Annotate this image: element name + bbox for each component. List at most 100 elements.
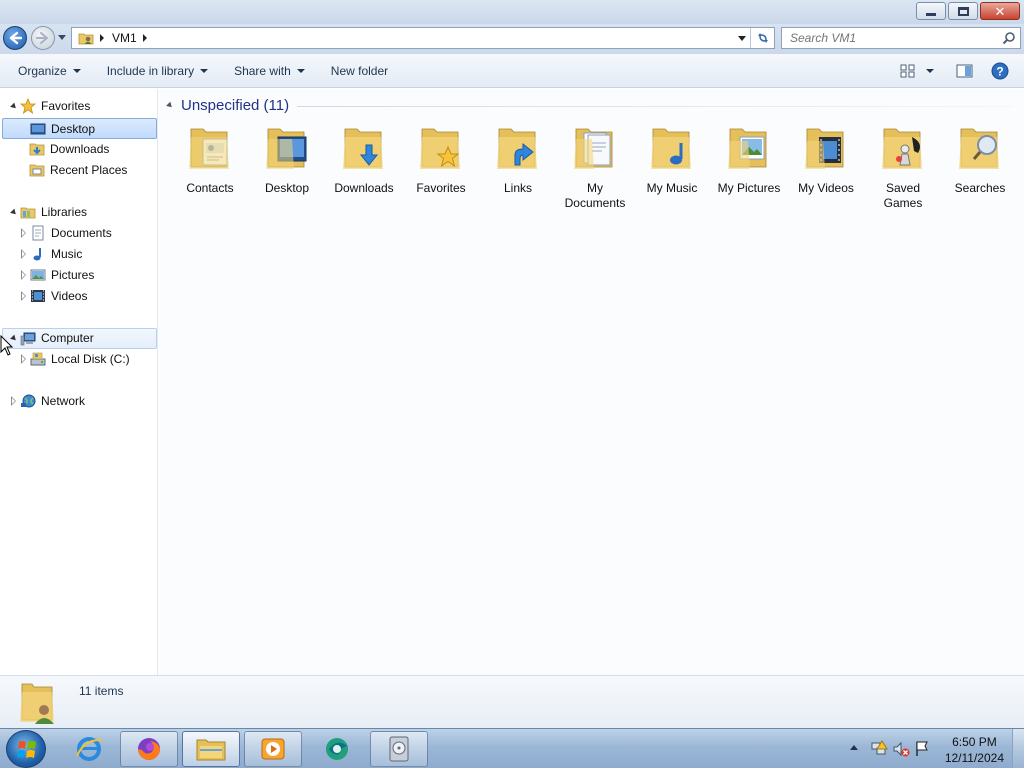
collapsed-arrow-icon[interactable]: [11, 396, 16, 406]
navigation-pane[interactable]: Favorites Desktop Downloads Recent Place…: [0, 89, 158, 675]
restore-button[interactable]: [948, 2, 978, 20]
firefox-icon: [138, 738, 160, 760]
nav-favorites[interactable]: Favorites: [2, 96, 156, 117]
folder-tile[interactable]: My Documents: [558, 123, 632, 211]
folder-tile[interactable]: Favorites: [404, 123, 478, 196]
nav-libraries[interactable]: Libraries: [2, 202, 156, 223]
folder-tile[interactable]: Downloads: [327, 123, 401, 196]
search-box[interactable]: [781, 27, 1021, 49]
disk-drive-icon: [30, 352, 46, 366]
nav-music[interactable]: Music: [2, 244, 156, 265]
collapsed-arrow-icon[interactable]: [21, 249, 26, 259]
nav-pictures[interactable]: Pictures: [2, 265, 156, 286]
folder-tile[interactable]: Contacts: [173, 123, 247, 196]
folder-tile[interactable]: Searches: [943, 123, 1017, 196]
forward-arrow-icon: [36, 32, 48, 44]
folder-tile[interactable]: My Music: [635, 123, 709, 196]
view-icon: [900, 64, 915, 78]
recent-pages-dropdown[interactable]: [58, 35, 66, 40]
collapsed-arrow-icon[interactable]: [21, 354, 26, 364]
nav-videos-label: Videos: [51, 289, 88, 303]
nav-downloads[interactable]: Downloads: [2, 139, 156, 160]
forward-button[interactable]: [31, 26, 55, 50]
taskbar-media-player[interactable]: [244, 731, 302, 767]
share-with-label: Share with: [234, 63, 291, 78]
links-folder-icon: [497, 128, 537, 169]
folder-tile[interactable]: Saved Games: [866, 123, 940, 211]
taskbar: 6:50 PM 12/11/2024: [0, 728, 1024, 768]
folder-label: Saved Games: [883, 181, 923, 210]
help-button[interactable]: ?: [991, 58, 1009, 84]
breadcrumb-separator-icon[interactable]: [100, 34, 104, 42]
clock[interactable]: 6:50 PM 12/11/2024: [945, 734, 1004, 766]
view-options-dropdown[interactable]: [926, 58, 934, 84]
taskbar-firefox[interactable]: [120, 731, 178, 767]
breadcrumb-separator-icon[interactable]: [142, 34, 147, 42]
address-history-dropdown[interactable]: [738, 36, 746, 41]
start-button[interactable]: [6, 730, 46, 768]
folder-tile[interactable]: My Pictures: [712, 123, 786, 196]
folder-label: Links: [503, 181, 532, 195]
nav-network[interactable]: Network: [2, 391, 156, 412]
folder-label: My Videos: [798, 181, 854, 195]
show-desktop-button[interactable]: [1012, 729, 1024, 768]
network-icon: [21, 394, 36, 408]
music-folder-icon: [651, 128, 691, 169]
organize-button[interactable]: Organize: [10, 58, 89, 84]
show-hidden-icons-button[interactable]: [850, 745, 858, 750]
collapsed-arrow-icon[interactable]: [21, 270, 26, 280]
nav-documents[interactable]: Documents: [2, 223, 156, 244]
back-button[interactable]: [3, 26, 27, 50]
desktop-folder-icon: [266, 128, 307, 169]
desktop-icon: [30, 123, 46, 135]
file-list[interactable]: Unspecified (11) Contacts Desktop Downlo…: [159, 89, 1024, 675]
downloads-icon: [29, 143, 45, 156]
search-input[interactable]: [790, 31, 990, 45]
address-bar[interactable]: VM1: [71, 27, 775, 49]
action-center-flag-icon[interactable]: [914, 740, 930, 758]
search-icon[interactable]: [1002, 31, 1016, 45]
include-in-library-label: Include in library: [106, 63, 195, 78]
chevron-down-icon: [200, 68, 209, 73]
chevron-down-icon: [926, 69, 934, 73]
close-button[interactable]: ✕: [980, 2, 1020, 20]
folder-tile[interactable]: Links: [481, 123, 555, 196]
nav-desktop-label: Desktop: [51, 122, 96, 136]
collapsed-arrow-icon[interactable]: [21, 291, 26, 301]
volume-muted-icon[interactable]: [892, 740, 910, 758]
folder-label: Desktop: [264, 181, 310, 195]
nav-recent-places[interactable]: Recent Places: [2, 160, 156, 181]
include-in-library-button[interactable]: Include in library: [99, 58, 216, 84]
collapse-group-icon[interactable]: [166, 101, 174, 110]
folder-label: Downloads: [334, 181, 394, 195]
disk-icon: [389, 736, 409, 762]
nav-videos[interactable]: Videos: [2, 286, 156, 307]
nav-local-disk[interactable]: Local Disk (C:): [2, 349, 156, 370]
refresh-button[interactable]: [750, 28, 774, 48]
window-titlebar[interactable]: ✕: [0, 0, 1024, 24]
favorites-folder-icon: [420, 128, 460, 169]
taskbar-app[interactable]: [308, 731, 366, 767]
breadcrumb-vm1[interactable]: VM1: [112, 31, 137, 45]
taskbar-internet-explorer[interactable]: [60, 731, 118, 767]
videos-folder-icon: [805, 128, 844, 169]
share-with-button[interactable]: Share with: [226, 58, 313, 84]
network-warning-icon[interactable]: [870, 740, 888, 758]
group-header[interactable]: Unspecified (11): [166, 97, 289, 114]
expanded-arrow-icon[interactable]: [10, 208, 18, 217]
preview-pane-button[interactable]: [956, 58, 974, 84]
nav-desktop[interactable]: Desktop: [2, 118, 157, 139]
collapsed-arrow-icon[interactable]: [21, 228, 26, 238]
nav-computer[interactable]: Computer: [2, 328, 157, 349]
new-folder-button[interactable]: New folder: [323, 58, 396, 84]
taskbar-windows-explorer[interactable]: [182, 731, 240, 767]
change-view-button[interactable]: [900, 58, 916, 84]
folder-tile[interactable]: My Videos: [789, 123, 863, 196]
item-count: 11 items: [79, 684, 124, 698]
taskbar-disk-utility[interactable]: [370, 731, 428, 767]
expanded-arrow-icon[interactable]: [10, 102, 18, 111]
refresh-icon: [757, 33, 768, 43]
nav-downloads-label: Downloads: [50, 142, 110, 156]
folder-tile[interactable]: Desktop: [250, 123, 324, 196]
minimize-button[interactable]: [916, 2, 946, 20]
